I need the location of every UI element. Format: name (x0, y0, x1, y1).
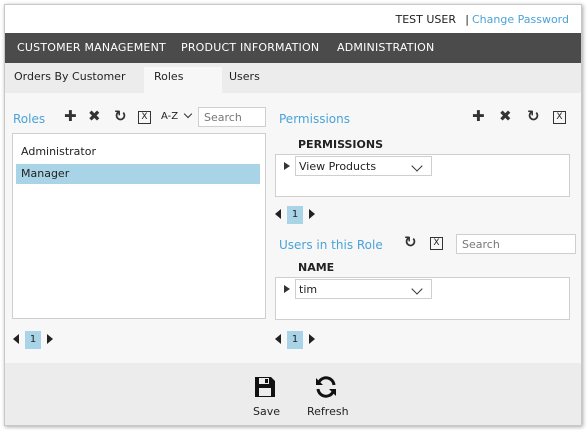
next-page-icon[interactable] (309, 334, 315, 344)
refresh-label: Refresh (307, 405, 349, 418)
roles-search-input[interactable] (198, 107, 266, 127)
change-password-link[interactable]: Change Password (472, 13, 569, 26)
users-in-role-title: Users in this Role (279, 238, 383, 252)
chevron-down-icon (184, 109, 193, 119)
users-search-input[interactable] (456, 234, 576, 254)
save-label: Save (253, 405, 281, 418)
refresh-icon (316, 376, 336, 398)
page-number[interactable]: 1 (287, 331, 303, 349)
menu-item-administration[interactable]: ADMINISTRATION (337, 41, 434, 54)
tab-orders-by-customer[interactable]: Orders By Customer (14, 70, 125, 83)
permissions-grid: View Products (275, 154, 570, 197)
permission-value: View Products (299, 160, 377, 173)
sort-dropdown[interactable]: A-Z (161, 109, 193, 122)
header-separator: | (465, 13, 469, 26)
delete-permission-icon[interactable]: ✖ (499, 109, 512, 124)
permission-select[interactable]: View Products (295, 156, 432, 176)
page-number[interactable]: 1 (25, 331, 41, 349)
tab-roles-label: Roles (154, 70, 184, 83)
refresh-users-icon[interactable]: ↻ (404, 235, 417, 250)
users-grid: tim (275, 277, 570, 320)
list-item-role[interactable]: Administrator (16, 142, 260, 162)
clear-permissions-filter-icon[interactable]: X (553, 111, 566, 124)
add-permission-icon[interactable]: ✚ (472, 109, 485, 124)
chevron-down-icon (411, 160, 423, 172)
list-item-role-selected[interactable]: Manager (16, 164, 260, 184)
menu-item-product-information[interactable]: PRODUCT INFORMATION (181, 41, 319, 54)
permissions-title: Permissions (279, 112, 350, 126)
user-select[interactable]: tim (295, 279, 432, 299)
refresh-button[interactable]: Refresh (301, 371, 351, 421)
page-number[interactable]: 1 (287, 206, 303, 224)
next-page-icon[interactable] (47, 334, 53, 344)
expand-row-icon[interactable] (284, 285, 290, 293)
main-menu: CUSTOMER MANAGEMENT PRODUCT INFORMATION … (5, 33, 581, 63)
content-area: Roles ✚ ✖ ↻ X A-Z Administrator Manager … (5, 93, 581, 363)
permissions-column-header: PERMISSIONS (298, 138, 384, 151)
clear-users-filter-icon[interactable]: X (430, 237, 443, 250)
delete-role-icon[interactable]: ✖ (88, 109, 101, 124)
chevron-down-icon (411, 283, 423, 295)
prev-page-icon[interactable] (13, 334, 19, 344)
sort-label: A-Z (161, 111, 179, 122)
roles-pager: 1 (13, 331, 59, 349)
tab-bar: Orders By Customer Users (5, 63, 581, 93)
roles-title: Roles (13, 112, 46, 126)
users-pager: 1 (275, 331, 321, 349)
next-page-icon[interactable] (309, 209, 315, 219)
tab-users[interactable]: Users (229, 70, 260, 83)
user-value: tim (299, 283, 318, 296)
app-window: TEST USER | Change Password CUSTOMER MAN… (4, 4, 582, 426)
users-column-header: NAME (298, 261, 335, 274)
prev-page-icon[interactable] (275, 334, 281, 344)
add-role-icon[interactable]: ✚ (64, 109, 77, 124)
prev-page-icon[interactable] (275, 209, 281, 219)
refresh-roles-icon[interactable]: ↻ (114, 109, 127, 124)
refresh-permissions-icon[interactable]: ↻ (527, 109, 540, 124)
roles-list: Administrator Manager (12, 133, 266, 319)
footer-toolbar: Save Refresh (5, 363, 581, 425)
menu-item-customer-management[interactable]: CUSTOMER MANAGEMENT (17, 41, 166, 54)
expand-row-icon[interactable] (284, 162, 290, 170)
permissions-pager: 1 (275, 206, 321, 224)
top-bar: TEST USER | Change Password (5, 5, 581, 33)
user-name: TEST USER (395, 13, 457, 26)
floppy-disk-icon (255, 377, 275, 397)
save-button[interactable]: Save (245, 371, 285, 421)
clear-roles-filter-icon[interactable]: X (138, 111, 151, 124)
